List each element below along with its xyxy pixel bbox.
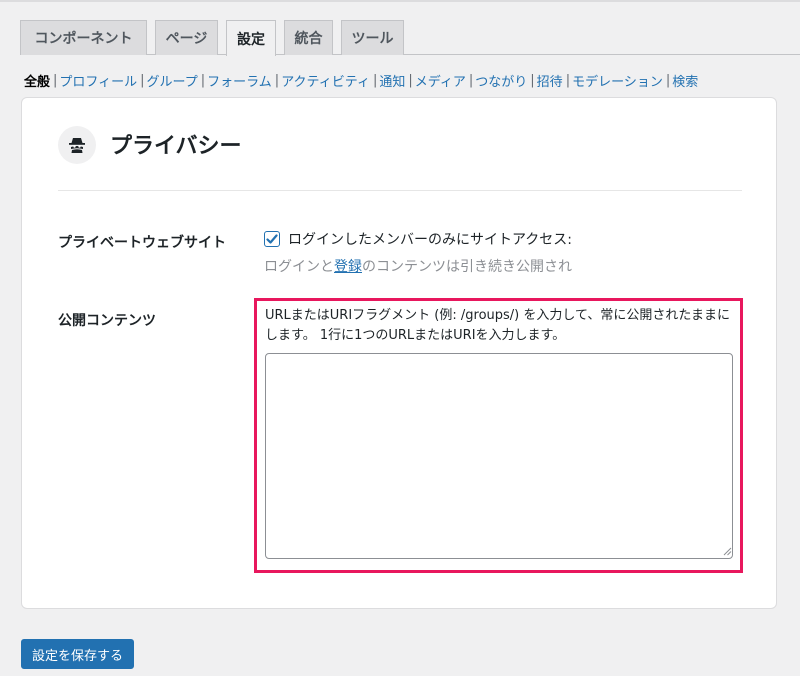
privacy-card: プライバシー プライベートウェブサイト ログインしたメンバーのみにサイトアクセス… [21, 97, 777, 609]
save-settings-button[interactable]: 設定を保存する [21, 639, 134, 669]
section-title: プライバシー [110, 134, 242, 159]
public-content-textarea[interactable] [265, 353, 733, 559]
tab-tools[interactable]: ツール [341, 20, 404, 55]
subnav-item-moderation[interactable]: モデレーション [572, 71, 663, 90]
register-link[interactable]: 登録 [334, 259, 362, 275]
subnav-item-notifications[interactable]: 通知 [379, 71, 405, 90]
private-site-description: ログインと登録のコンテンツは引き続き公開され [264, 259, 572, 275]
subnav-item-groups[interactable]: グループ [147, 71, 198, 90]
subnav-item-media[interactable]: メディア [415, 71, 466, 90]
private-site-checkbox[interactable] [264, 231, 280, 247]
tab-integrations[interactable]: 統合 [284, 20, 333, 55]
tab-components[interactable]: コンポーネント [20, 20, 147, 55]
subnav-item-activity[interactable]: アクティビティ [281, 71, 370, 90]
subnav-item-profile[interactable]: プロフィール [59, 71, 137, 90]
subnav-item-general[interactable]: 全般 [24, 71, 50, 90]
subnav-item-invites[interactable]: 招待 [537, 71, 563, 90]
public-content-description: URLまたはURIフラグメント (例: /groups/) を入力して、常に公開… [265, 308, 730, 343]
subnav-item-connections[interactable]: つながり [475, 71, 527, 90]
divider [58, 190, 742, 191]
tab-settings[interactable]: 設定 [226, 20, 276, 56]
checkmark-icon [266, 234, 278, 244]
nav-tabs: コンポーネント ページ 設定 統合 ツール [20, 18, 800, 56]
tab-pages[interactable]: ページ [155, 20, 218, 55]
incognito-icon [58, 126, 96, 164]
resize-grip-icon[interactable] [723, 547, 732, 556]
subnav-item-forums[interactable]: フォーラム [207, 71, 272, 90]
subnav-item-search[interactable]: 検索 [672, 71, 698, 90]
private-site-checkbox-label[interactable]: ログインしたメンバーのみにサイトアクセス: [288, 229, 572, 249]
top-border [0, 0, 800, 2]
public-content-highlight: URLまたはURIフラグメント (例: /groups/) を入力して、常に公開… [254, 298, 743, 573]
private-site-label: プライベートウェブサイト [58, 235, 226, 251]
settings-subnav: 全般 | プロフィール | グループ | フォーラム | アクティビティ | 通知 | メデ… [24, 71, 699, 90]
public-content-label: 公開コンテンツ [58, 313, 156, 329]
